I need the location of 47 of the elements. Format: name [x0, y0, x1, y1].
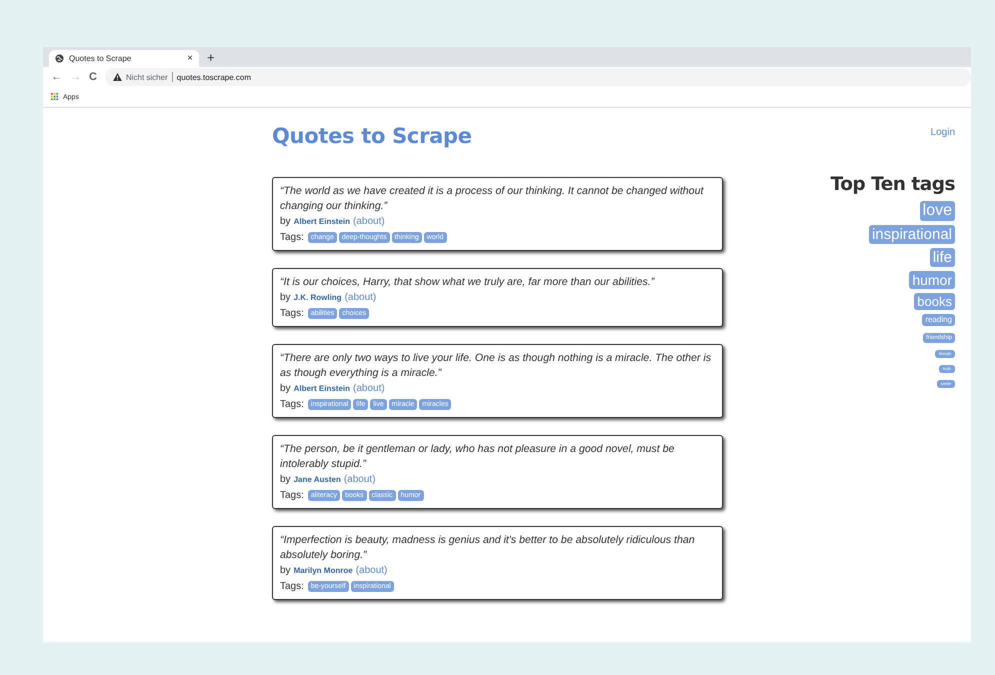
- quote-text: “Imperfection is beauty, madness is genius and it's better to be absolutely ridiculous than absolutely boring.”: [280, 533, 696, 563]
- url-text: quotes.toscrape.com: [176, 72, 252, 82]
- author-name: Albert Einstein: [294, 384, 350, 393]
- author-name: J.K. Rowling: [294, 293, 342, 302]
- tags-label: Tags:: [280, 308, 304, 319]
- by-label: by: [280, 474, 291, 485]
- back-button[interactable]: ←: [51, 71, 62, 83]
- browser-tab[interactable]: Quotes to Scrape ×: [49, 50, 199, 67]
- author-name: Marilyn Monroe: [294, 566, 353, 575]
- by-label: by: [280, 383, 291, 394]
- tag-link[interactable]: inspirational: [868, 225, 955, 244]
- site-title[interactable]: Quotes to Scrape: [272, 124, 723, 148]
- apps-grid-icon[interactable]: [51, 93, 59, 101]
- tag-link[interactable]: humor: [909, 271, 955, 289]
- author-name: Albert Einstein: [294, 217, 350, 226]
- by-label: by: [280, 292, 291, 303]
- by-label: by: [280, 216, 291, 227]
- tag-link[interactable]: life: [930, 248, 955, 267]
- forward-button[interactable]: →: [70, 71, 81, 83]
- quote-text: “There are only two ways to live your life. One is as though nothing is a miracle. The other is as though everything is a miracle.”: [280, 351, 712, 381]
- quote-text: “The world as we have created it is a process of our thinking. It cannot be changed without changing our thinking.”: [280, 184, 705, 214]
- about-link[interactable]: (about): [344, 292, 376, 303]
- quote-text: “It is our choices, Harry, that show what we truly are, far more than our abilities.”: [280, 275, 656, 290]
- tags-label: Tags:: [280, 490, 304, 501]
- reload-button[interactable]: C: [89, 71, 97, 83]
- tag-link[interactable]: books: [914, 293, 955, 310]
- tags-label: Tags:: [280, 581, 304, 592]
- security-label: Nicht sicher: [126, 72, 168, 82]
- about-link[interactable]: (about): [353, 383, 385, 394]
- tab-close-button[interactable]: ×: [187, 53, 193, 64]
- tag-link[interactable]: reading: [922, 314, 955, 326]
- about-link[interactable]: (about): [353, 216, 385, 227]
- about-link[interactable]: (about): [344, 474, 376, 485]
- tags-heading: Top Ten tags: [830, 174, 955, 195]
- tab-title: Quotes to Scrape: [69, 54, 132, 63]
- author-name: Jane Austen: [294, 475, 341, 484]
- quote-text: “The person, be it gentleman or lady, who has not pleasure in a good novel, must be intolerably stupid.”: [280, 442, 676, 472]
- globe-icon: [55, 54, 64, 63]
- tags-label: Tags:: [280, 232, 304, 243]
- tag-link[interactable]: love: [920, 201, 955, 221]
- about-link[interactable]: (about): [356, 565, 388, 576]
- address-bar[interactable]: Nicht sicher quotes.toscrape.com: [104, 68, 971, 86]
- new-tab-button[interactable]: +: [207, 50, 215, 65]
- tags-label: Tags:: [280, 399, 304, 410]
- login-link[interactable]: Login: [930, 127, 955, 138]
- by-label: by: [280, 565, 291, 576]
- warning-icon: [112, 73, 122, 81]
